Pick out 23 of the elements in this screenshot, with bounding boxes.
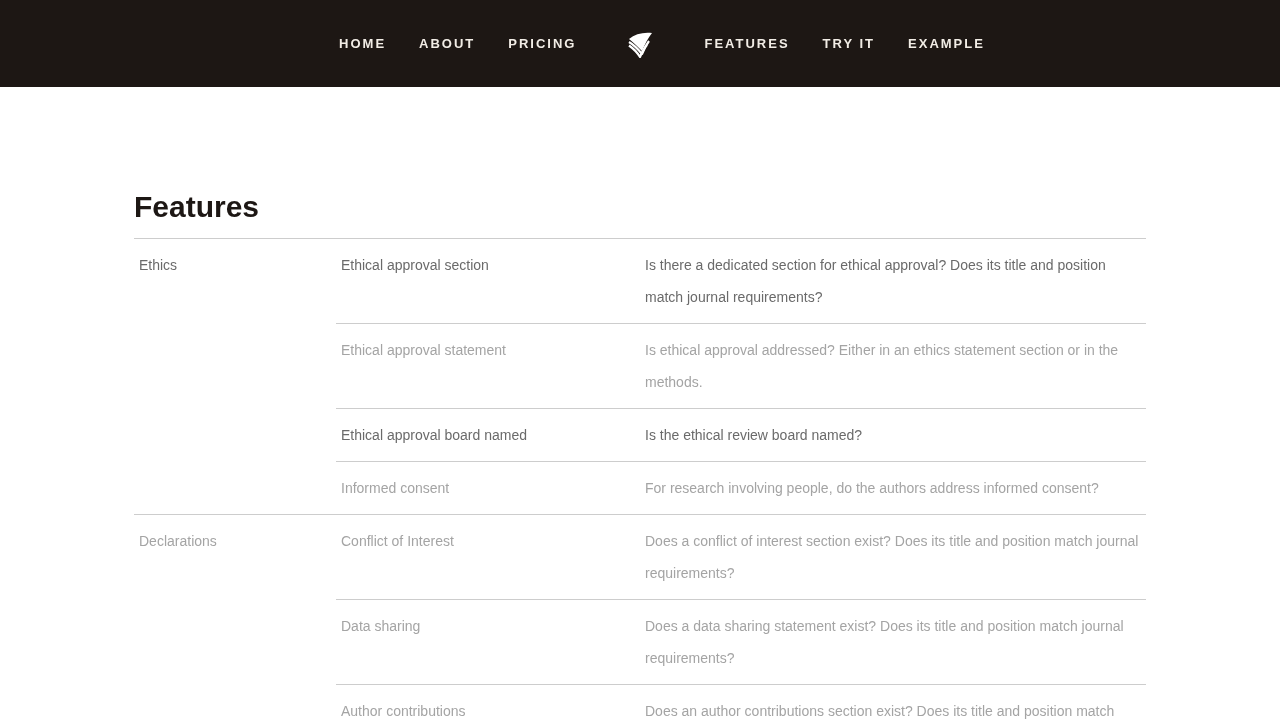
feature-name: Author contributions xyxy=(341,703,466,719)
feature-description: Does a data sharing statement exist? Does its title and position match journal requirements? xyxy=(645,617,1125,668)
nav-link[interactable]: PRICING xyxy=(508,33,577,54)
nav-link[interactable]: FEATURES xyxy=(704,33,790,54)
feature-description: Does a conflict of interest section exist? Does its title and position match journal requirements? xyxy=(645,532,1140,583)
category-label: Ethics xyxy=(139,257,178,273)
nav-link[interactable]: HOME xyxy=(339,33,387,54)
feature-name: Ethical approval statement xyxy=(341,342,506,358)
nav-link[interactable]: EXAMPLE xyxy=(908,33,985,54)
feature-name: Informed consent xyxy=(341,480,450,496)
feature-name: Ethical approval section xyxy=(341,257,489,273)
feature-description: Does an author contributions section exist? Does its title and position match xyxy=(645,702,1116,720)
feature-description: Is there a dedicated section for ethical approval? Does its title and position match journal requirements? xyxy=(645,256,1107,307)
page-heading: Features xyxy=(134,189,261,225)
nav-link[interactable]: TRY IT xyxy=(822,33,876,54)
feature-description: For research involving people, do the authors address informed consent? xyxy=(645,479,1100,498)
nav-link[interactable]: ABOUT xyxy=(419,33,476,54)
category-label: Declarations xyxy=(139,533,217,549)
feature-description: Is ethical approval addressed? Either in an ethics statement section or in the methods. xyxy=(645,341,1120,392)
feature-name: Ethical approval board named xyxy=(341,427,527,443)
feature-description: Is the ethical review board named? xyxy=(645,426,864,445)
feature-name: Data sharing xyxy=(341,618,421,634)
feature-name: Conflict of Interest xyxy=(341,533,454,549)
